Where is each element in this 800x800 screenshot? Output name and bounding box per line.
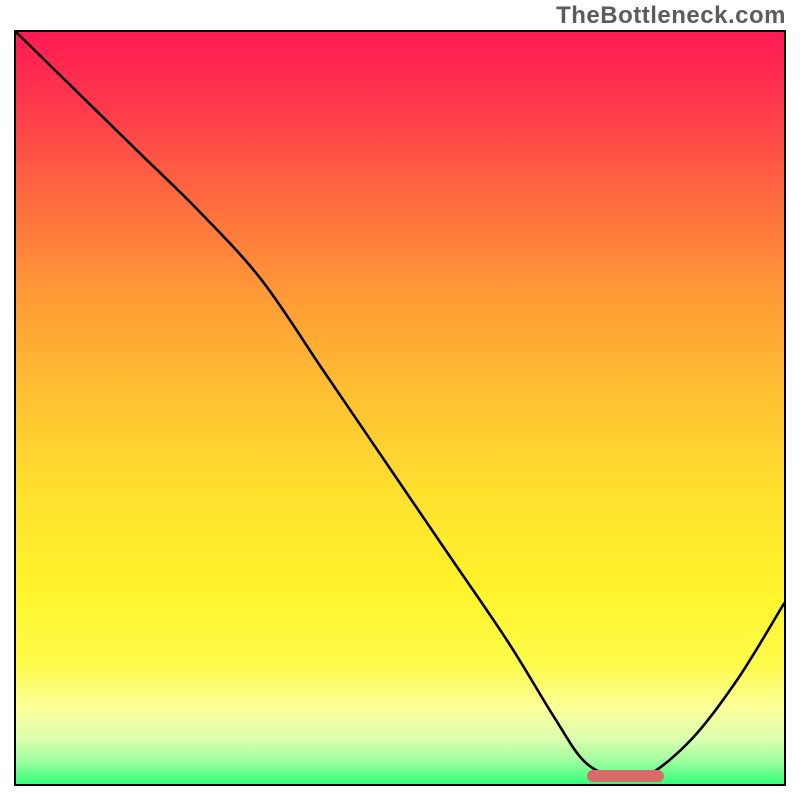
watermark-label: TheBottleneck.com <box>556 2 786 30</box>
chart-container: TheBottleneck.com <box>0 0 800 800</box>
plot-area <box>14 30 786 786</box>
bottleneck-curve <box>16 32 784 784</box>
optimal-range-marker <box>587 770 664 782</box>
